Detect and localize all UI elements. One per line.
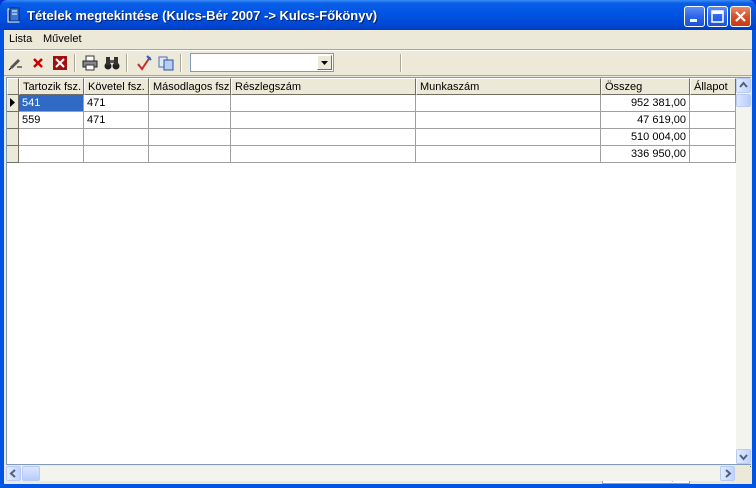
header-munkaszam[interactable]: Munkaszám: [416, 78, 601, 95]
cell-tartozik[interactable]: 541: [19, 95, 84, 112]
header-allapot[interactable]: Állapot: [690, 78, 736, 95]
header-masodlagos[interactable]: Másodlagos fsz.: [149, 78, 231, 95]
cell-allapot[interactable]: [690, 146, 736, 163]
delete-all-button[interactable]: [50, 53, 70, 73]
table-row[interactable]: 510 004,00: [7, 129, 736, 146]
cell-allapot[interactable]: [690, 129, 736, 146]
cell-reszlegszam[interactable]: [231, 146, 416, 163]
menu-bar: Lista Művelet: [4, 30, 752, 49]
cell-osszeg[interactable]: 510 004,00: [601, 129, 690, 146]
cell-masodlagos[interactable]: [149, 129, 231, 146]
red-x-icon: [33, 58, 43, 68]
cell-kovetel[interactable]: [84, 146, 149, 163]
toolbar-separator: [400, 54, 402, 72]
chevron-down-icon: [321, 61, 328, 65]
scroll-left-button[interactable]: [6, 466, 21, 481]
minimize-icon: [690, 19, 697, 22]
scroll-corner: [735, 466, 750, 481]
edit-button[interactable]: [6, 53, 26, 73]
window-title: Tételek megtekintése (Kulcs-Bér 2007 -> …: [27, 8, 378, 23]
transfer-button[interactable]: [156, 53, 176, 73]
cell-tartozik[interactable]: 559: [19, 112, 84, 129]
cell-allapot[interactable]: [690, 112, 736, 129]
cell-munkaszam[interactable]: [416, 146, 601, 163]
printer-icon: [82, 55, 98, 71]
minimize-button[interactable]: [684, 6, 705, 27]
scroll-up-button[interactable]: [736, 78, 751, 93]
cell-reszlegszam[interactable]: [231, 112, 416, 129]
toolbar-separator: [180, 54, 182, 72]
table-row[interactable]: 541 471 952 381,00: [7, 95, 736, 112]
find-button[interactable]: [102, 53, 122, 73]
cell-tartozik[interactable]: [19, 129, 84, 146]
vertical-scroll-thumb[interactable]: [736, 94, 751, 107]
header-osszeg[interactable]: Összeg: [601, 78, 690, 95]
header-indicator: [7, 78, 19, 95]
cell-munkaszam[interactable]: [416, 112, 601, 129]
filter-dropdown[interactable]: [190, 53, 334, 72]
cell-munkaszam[interactable]: [416, 95, 601, 112]
scroll-right-button[interactable]: [720, 466, 735, 481]
transfer-icon: [158, 56, 174, 71]
close-icon: [735, 11, 746, 22]
toolbar-border: [4, 75, 752, 76]
cell-munkaszam[interactable]: [416, 129, 601, 146]
cell-osszeg[interactable]: 336 950,00: [601, 146, 690, 163]
check-button[interactable]: [134, 53, 154, 73]
cell-osszeg[interactable]: 952 381,00: [601, 95, 690, 112]
cell-kovetel[interactable]: [84, 129, 149, 146]
delete-button[interactable]: [28, 53, 48, 73]
horizontal-scroll-thumb[interactable]: [22, 466, 40, 481]
checkmark-icon: [137, 55, 152, 71]
grid-header: Tartozik fsz. Követel fsz. Másodlagos fs…: [7, 78, 736, 95]
pen-icon: [8, 59, 22, 71]
table-row[interactable]: 559 471 47 619,00: [7, 112, 736, 129]
items-grid[interactable]: Tartozik fsz. Követel fsz. Másodlagos fs…: [6, 77, 751, 465]
print-button[interactable]: [80, 53, 100, 73]
toolbar-separator: [126, 54, 128, 72]
row-indicator: [7, 146, 19, 163]
window-frame-bottom: [0, 484, 756, 488]
cell-masodlagos[interactable]: [149, 146, 231, 163]
cell-tartozik[interactable]: [19, 146, 84, 163]
toolbar-separator: [74, 54, 76, 72]
window-frame-right: [752, 30, 756, 488]
toolbar: [4, 51, 752, 75]
scroll-down-button[interactable]: [736, 449, 751, 464]
menu-muvelet[interactable]: Művelet: [43, 33, 82, 45]
horizontal-scrollbar[interactable]: [6, 466, 735, 481]
binoculars-icon: [104, 57, 120, 70]
current-row-arrow-icon: [10, 98, 15, 107]
row-indicator: [7, 129, 19, 146]
header-reszlegszam[interactable]: Részlegszám: [231, 78, 416, 95]
cell-reszlegszam[interactable]: [231, 129, 416, 146]
dropdown-button[interactable]: [317, 55, 332, 70]
chevron-up-icon: [739, 81, 748, 88]
table-row[interactable]: 336 950,00: [7, 146, 736, 163]
close-button[interactable]: [730, 6, 751, 27]
header-kovetel[interactable]: Követel fsz.: [84, 78, 149, 95]
vertical-scrollbar[interactable]: [736, 78, 751, 464]
chevron-left-icon: [9, 469, 16, 478]
cell-masodlagos[interactable]: [149, 95, 231, 112]
main-window: Tételek megtekintése (Kulcs-Bér 2007 -> …: [0, 0, 756, 488]
chevron-right-icon: [725, 469, 732, 478]
cell-osszeg[interactable]: 47 619,00: [601, 112, 690, 129]
cell-allapot[interactable]: [690, 95, 736, 112]
maximize-icon: [711, 10, 724, 23]
title-bar[interactable]: Tételek megtekintése (Kulcs-Bér 2007 -> …: [0, 0, 756, 30]
menu-lista[interactable]: Lista: [9, 33, 32, 45]
delete-box-icon: [53, 56, 67, 70]
cell-reszlegszam[interactable]: [231, 95, 416, 112]
client-area: Lista Művelet Tartozik fsz. Követel fsz.…: [4, 30, 752, 484]
header-tartozik[interactable]: Tartozik fsz.: [19, 78, 84, 95]
app-icon: [7, 7, 20, 23]
maximize-button[interactable]: [707, 6, 728, 27]
chevron-down-icon: [739, 454, 748, 461]
cell-kovetel[interactable]: 471: [84, 112, 149, 129]
row-indicator: [7, 95, 19, 112]
row-indicator: [7, 112, 19, 129]
cell-kovetel[interactable]: 471: [84, 95, 149, 112]
cell-masodlagos[interactable]: [149, 112, 231, 129]
